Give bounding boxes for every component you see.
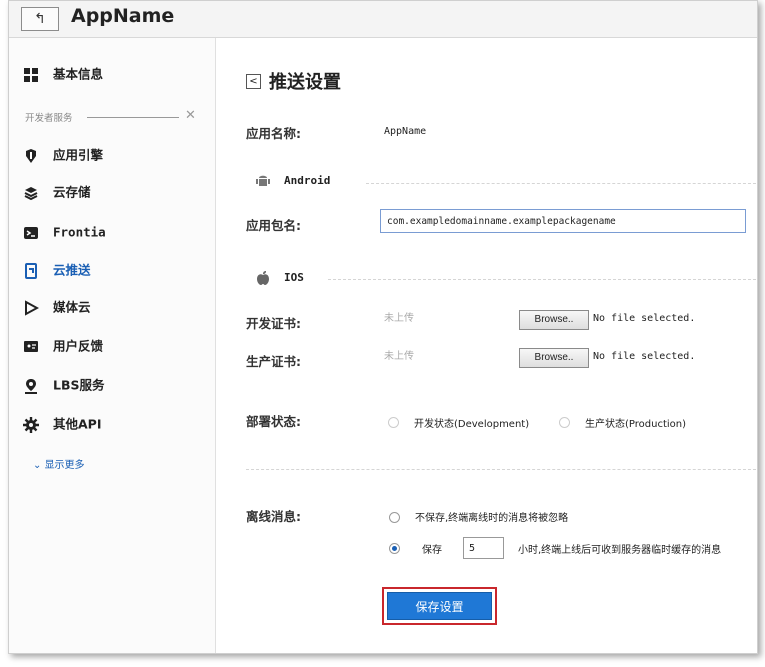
chevron-down-icon: ⌄ — [33, 460, 45, 471]
window: ↰ AppName 基本信息 开发者服务 ✕ 应用引擎 云存储 Frontia … — [8, 0, 758, 654]
ios-section: IOS — [256, 270, 304, 288]
deploy-prod-label: 生产状态(Production) — [585, 419, 687, 430]
sidebar-item-cloud-storage[interactable]: 云存储 — [23, 182, 91, 202]
collapse-back-icon[interactable]: < — [246, 73, 261, 89]
location-icon — [25, 378, 37, 394]
sidebar-item-label: LBS服务 — [53, 377, 105, 393]
package-name-input[interactable]: com.exampledomainname.examplepackagename — [380, 209, 746, 233]
storage-icon — [24, 186, 38, 200]
prod-cert-status: 未上传 — [384, 351, 414, 362]
app-name-label: 应用名称: — [246, 126, 301, 141]
prod-cert-label: 生产证书: — [246, 354, 301, 369]
divider — [87, 117, 179, 118]
package-name-label: 应用包名: — [246, 218, 301, 233]
deploy-dev-label: 开发状态(Development) — [414, 419, 530, 430]
sidebar-item-cloud-push[interactable]: 云推送 — [23, 260, 91, 280]
page-header: < 推送设置 — [246, 68, 341, 94]
dev-services-label: 开发者服务 — [25, 113, 73, 124]
divider — [328, 279, 756, 280]
terminal-icon — [24, 226, 38, 239]
save-highlight: 保存设置 — [382, 587, 497, 625]
sidebar-item-label: 其他API — [53, 416, 102, 432]
tools-icon[interactable]: ✕ — [185, 108, 196, 123]
offline-hours-suffix: 小时,终端上线后可收到服务器临时缓存的消息 — [518, 545, 722, 556]
apple-icon — [257, 271, 269, 285]
save-settings-button[interactable]: 保存设置 — [387, 592, 492, 620]
sidebar: 基本信息 开发者服务 ✕ 应用引擎 云存储 Frontia 云推送 媒体云 用户… — [9, 38, 216, 653]
sidebar-item-basic-info[interactable]: 基本信息 — [23, 64, 103, 84]
sidebar-item-label: 云推送 — [53, 262, 91, 278]
divider — [246, 469, 756, 470]
sidebar-item-label: 基本信息 — [53, 66, 104, 82]
android-section: Android — [256, 173, 330, 191]
app-title: AppName — [71, 5, 175, 27]
offline-no-save-radio[interactable] — [389, 512, 400, 523]
deploy-status-label: 部署状态: — [246, 414, 301, 429]
app-name-value: AppName — [384, 126, 427, 137]
feedback-icon — [24, 340, 38, 352]
offline-no-save-label: 不保存,终端离线时的消息将被忽略 — [415, 513, 569, 524]
offline-message-label: 离线消息: — [246, 509, 301, 524]
sidebar-item-label: 媒体云 — [53, 299, 91, 315]
sidebar-item-label: 应用引擎 — [53, 147, 104, 163]
show-more-link[interactable]: ⌄ 显示更多 — [33, 456, 85, 471]
deploy-prod-radio[interactable] — [559, 417, 570, 428]
engine-icon — [26, 148, 36, 163]
offline-save-radio[interactable] — [389, 543, 400, 554]
sidebar-item-label: 云存储 — [53, 184, 91, 200]
dev-cert-browse-button[interactable]: Browse.. — [519, 310, 589, 330]
sidebar-item-app-engine[interactable]: 应用引擎 — [23, 145, 103, 165]
sidebar-item-frontia[interactable]: Frontia — [23, 222, 106, 242]
sidebar-item-feedback[interactable]: 用户反馈 — [23, 336, 103, 356]
show-more-label: 显示更多 — [44, 460, 85, 471]
deploy-dev-radio[interactable] — [388, 417, 399, 428]
page-title: 推送设置 — [269, 72, 341, 93]
top-bar: ↰ AppName — [9, 1, 757, 38]
sidebar-item-lbs[interactable]: LBS服务 — [23, 375, 105, 395]
dev-cert-label: 开发证书: — [246, 316, 301, 331]
sidebar-item-media-cloud[interactable]: 媒体云 — [23, 297, 91, 317]
offline-hours-input[interactable]: 5 — [463, 537, 504, 559]
prod-cert-browse-button[interactable]: Browse.. — [519, 348, 589, 368]
play-icon — [25, 299, 39, 316]
sidebar-item-other-api[interactable]: 其他API — [23, 414, 102, 434]
sidebar-item-label: 用户反馈 — [53, 338, 104, 354]
android-section-title: Android — [284, 174, 331, 187]
push-icon — [25, 262, 37, 279]
ios-section-title: IOS — [284, 271, 304, 284]
main-panel: < 推送设置 应用名称: AppName Android 应用包名: com.ex… — [216, 38, 757, 653]
sidebar-item-label: Frontia — [53, 224, 106, 240]
back-button[interactable]: ↰ — [21, 7, 59, 31]
divider — [366, 183, 756, 184]
grid-icon — [24, 67, 38, 82]
dev-cert-status: 未上传 — [384, 313, 414, 324]
android-icon — [256, 175, 270, 186]
offline-save-label: 保存 — [422, 545, 442, 556]
prod-cert-file-status: No file selected. — [593, 351, 696, 362]
dev-cert-file-status: No file selected. — [593, 313, 696, 324]
gear-icon — [23, 416, 39, 433]
